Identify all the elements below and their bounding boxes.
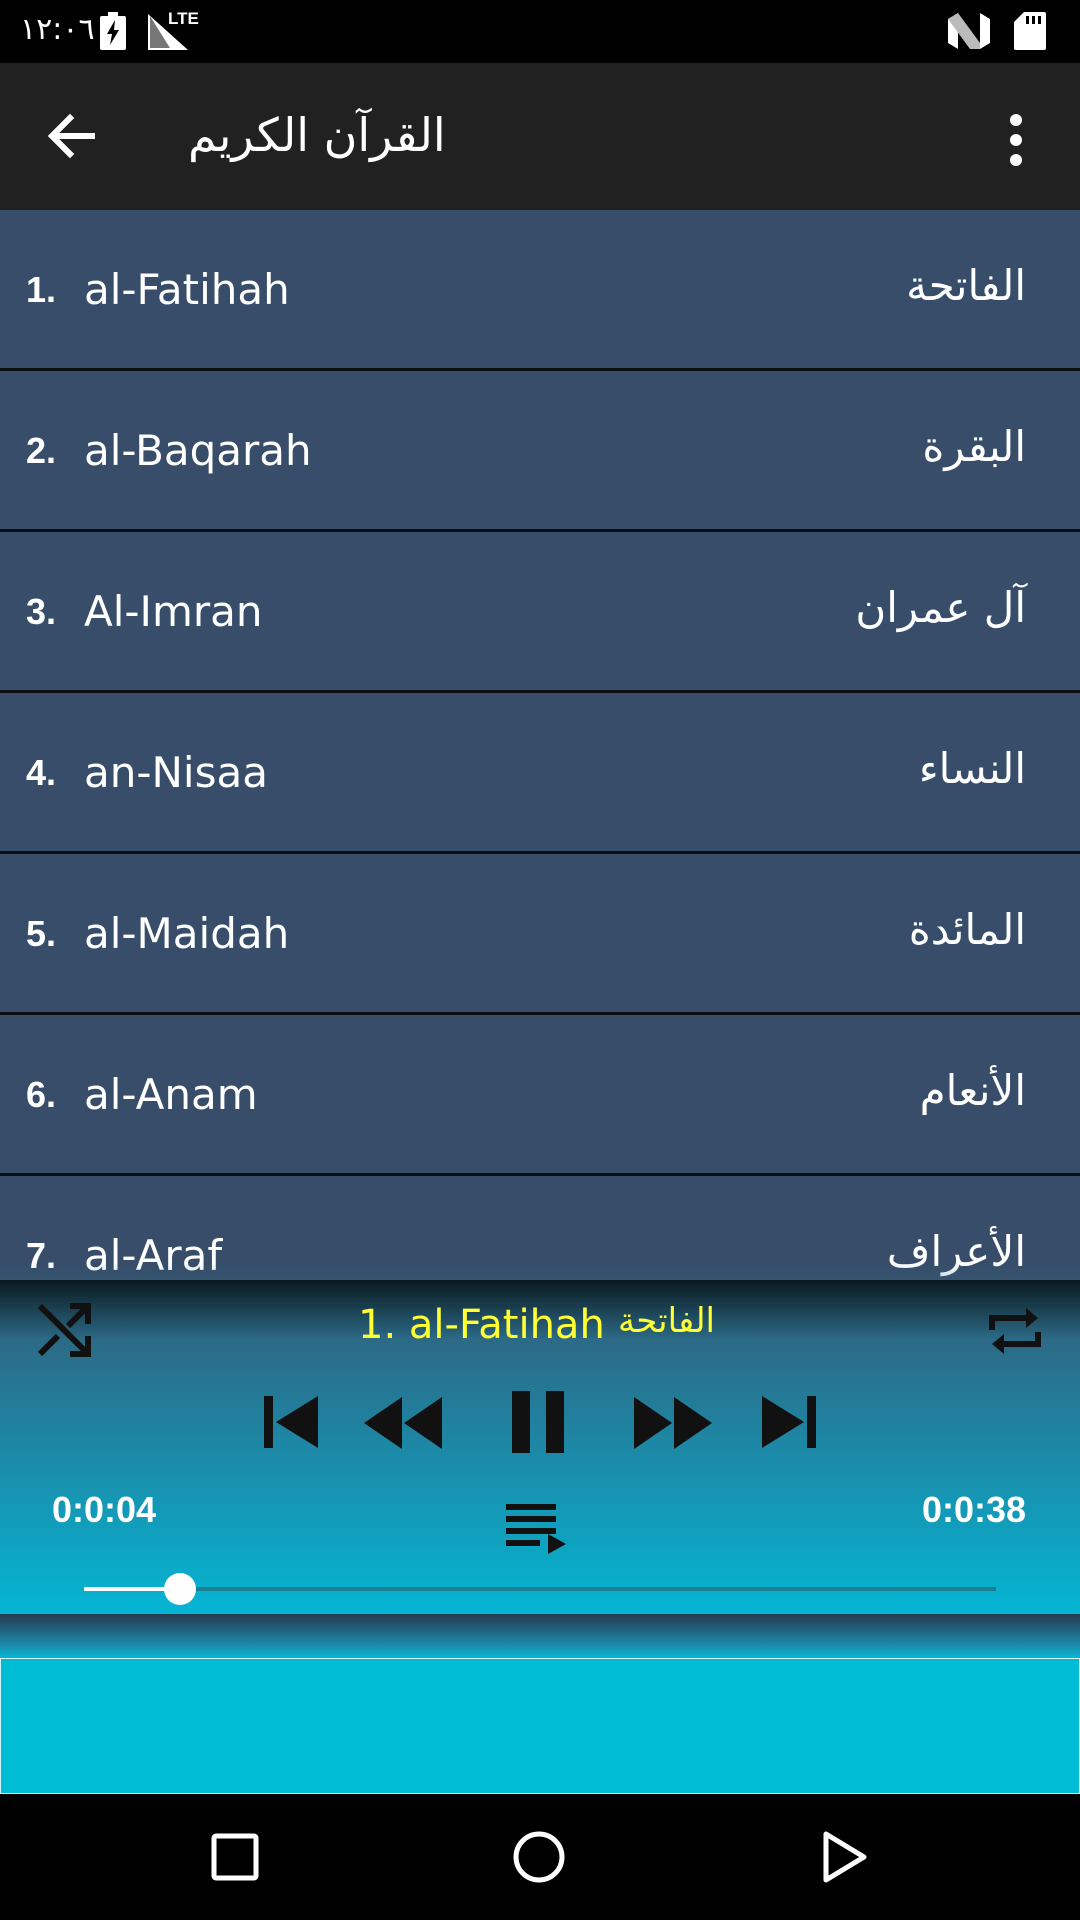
home-button[interactable] xyxy=(506,1824,572,1890)
surah-number: 3. xyxy=(26,591,57,632)
elapsed-time: 0:0:04 xyxy=(52,1489,157,1530)
surah-latin-name: al-Baqarah xyxy=(84,426,312,475)
skip-next-button[interactable] xyxy=(760,1392,818,1452)
surah-row-4[interactable]: 4. an-Nisaa النساء xyxy=(0,693,1080,854)
seek-bar[interactable] xyxy=(84,1573,996,1605)
repeat-icon xyxy=(989,1308,1041,1354)
nav-back-button[interactable] xyxy=(810,1824,876,1890)
pause-button[interactable] xyxy=(510,1389,566,1455)
app-bar: القرآن الكريم xyxy=(0,63,1080,210)
skip-next-icon xyxy=(762,1396,816,1448)
fast-forward-icon xyxy=(634,1397,712,1449)
surah-row-2[interactable]: 2. al-Baqarah البقرة xyxy=(0,371,1080,532)
player-bottom-shadow xyxy=(0,1614,1080,1658)
repeat-button[interactable] xyxy=(984,1300,1046,1362)
fast-forward-button[interactable] xyxy=(632,1397,712,1449)
rewind-icon xyxy=(364,1397,442,1449)
ad-banner[interactable] xyxy=(0,1658,1080,1794)
surah-arabic-name: الفاتحة xyxy=(906,261,1026,310)
surah-arabic-name: النساء xyxy=(918,744,1026,793)
network-type-label: LTE xyxy=(168,9,199,28)
battery-charging-icon xyxy=(100,12,126,54)
more-options-button[interactable] xyxy=(986,107,1046,173)
surah-row-1[interactable]: 1. al-Fatihah الفاتحة xyxy=(0,210,1080,371)
status-time: ١٢:٠٦ xyxy=(20,12,95,47)
home-circle-icon xyxy=(513,1831,565,1883)
surah-arabic-name: البقرة xyxy=(922,422,1026,471)
now-playing-title: 1. al-Fatihah xyxy=(358,1302,605,1348)
status-bar: ١٢:٠٦ LTE xyxy=(0,0,1080,63)
duration-time: 0:0:38 xyxy=(921,1489,1026,1530)
surah-latin-name: al-Fatihah xyxy=(84,265,290,314)
seek-bar-thumb[interactable] xyxy=(163,1573,196,1605)
app-title: القرآن الكريم xyxy=(188,108,446,162)
back-button[interactable] xyxy=(40,103,106,169)
surah-row-5[interactable]: 5. al-Maidah المائدة xyxy=(0,854,1080,1015)
playlist-button[interactable] xyxy=(504,1502,574,1556)
back-arrow-icon xyxy=(47,113,95,159)
playlist-icon xyxy=(506,1504,566,1554)
shuffle-button[interactable] xyxy=(34,1300,94,1360)
system-nav-bar xyxy=(0,1794,1080,1920)
recents-button[interactable] xyxy=(202,1824,268,1890)
surah-list[interactable]: 1. al-Fatihah الفاتحة 2. al-Baqarah البق… xyxy=(0,210,1080,1280)
surah-arabic-name: المائدة xyxy=(908,905,1026,954)
surah-latin-name: al-Anam xyxy=(84,1070,258,1119)
shuffle-icon xyxy=(37,1303,91,1357)
pause-icon xyxy=(512,1391,564,1453)
rewind-button[interactable] xyxy=(364,1397,444,1449)
surah-number: 1. xyxy=(26,269,57,310)
surah-arabic-name: آل عمران xyxy=(855,583,1026,632)
surah-latin-name: an-Nisaa xyxy=(84,748,268,797)
skip-previous-icon xyxy=(264,1396,318,1448)
n-notification-icon xyxy=(948,13,990,53)
recents-square-icon xyxy=(211,1833,259,1881)
surah-number: 6. xyxy=(26,1074,57,1115)
surah-number: 5. xyxy=(26,913,57,954)
surah-row-6[interactable]: 6. al-Anam الأنعام xyxy=(0,1015,1080,1176)
now-playing-arabic: الفاتحة xyxy=(618,1301,716,1341)
surah-number: 2. xyxy=(26,430,57,471)
surah-arabic-name: الأنعام xyxy=(919,1066,1026,1115)
skip-previous-button[interactable] xyxy=(262,1392,320,1452)
sd-card-icon xyxy=(1014,12,1046,54)
surah-latin-name: al-Maidah xyxy=(84,909,290,958)
player-panel: 1. al-Fatihah الفاتحة 0:0:04 0:0:38 xyxy=(0,1262,1080,1614)
surah-number: 4. xyxy=(26,752,57,793)
surah-latin-name: Al-Imran xyxy=(84,587,263,636)
surah-row-3[interactable]: 3. Al-Imran آل عمران xyxy=(0,532,1080,693)
back-triangle-icon xyxy=(823,1831,867,1883)
more-vert-icon xyxy=(1010,114,1022,166)
